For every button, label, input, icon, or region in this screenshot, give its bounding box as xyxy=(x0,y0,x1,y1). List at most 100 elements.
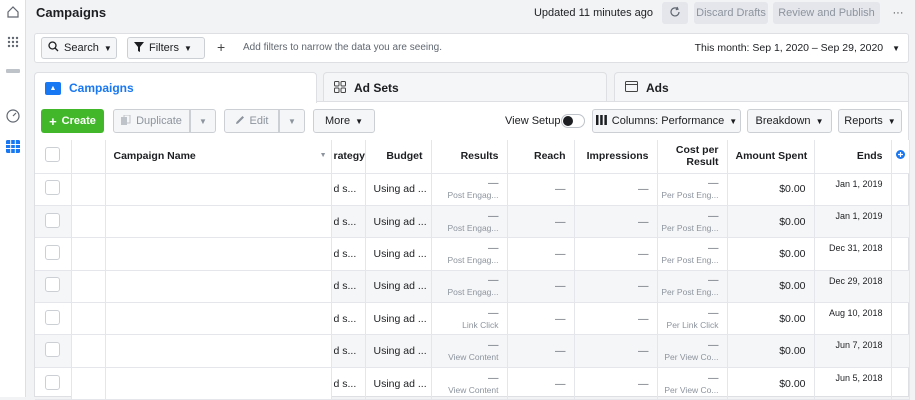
more-button[interactable]: More ▼ xyxy=(313,109,375,133)
cost-per-result-header[interactable]: Cost perResult xyxy=(657,140,727,173)
cost-value: — xyxy=(708,307,719,319)
campaign-name-cell[interactable] xyxy=(105,173,331,205)
impressions-value: — xyxy=(638,378,649,390)
row-checkbox[interactable] xyxy=(45,213,60,228)
ends-header[interactable]: Ends xyxy=(814,140,891,173)
row-trailing-cell xyxy=(891,173,909,205)
impressions-cell: — xyxy=(574,270,657,302)
results-value: — xyxy=(488,339,499,351)
tab-campaigns[interactable]: ▲ Campaigns xyxy=(34,72,317,103)
apps-grid-icon[interactable] xyxy=(4,33,22,51)
row-checkbox[interactable] xyxy=(45,277,60,292)
reports-button[interactable]: Reports ▼ xyxy=(838,109,902,133)
date-range-picker[interactable]: This month: Sep 1, 2020 – Sep 29, 2020 ▼ xyxy=(695,42,900,54)
campaign-name-cell[interactable] xyxy=(105,270,331,302)
results-value: — xyxy=(488,242,499,254)
table-row[interactable]: d s... Using ad ... —Post Engag... — — —… xyxy=(35,173,909,205)
bid-strategy-header[interactable]: rategy xyxy=(331,140,365,173)
view-setup-toggle[interactable] xyxy=(561,114,585,128)
cost-value: — xyxy=(708,339,719,351)
table-row[interactable]: d s... Using ad ... —Link Click — — —Per… xyxy=(35,303,909,335)
row-checkbox[interactable] xyxy=(45,310,60,325)
search-button[interactable]: Search ▼ xyxy=(41,37,117,59)
budget-cell: Using ad ... xyxy=(365,238,431,270)
row-checkbox[interactable] xyxy=(45,180,60,195)
campaign-name-cell[interactable] xyxy=(105,367,331,399)
tab-ad-sets[interactable]: Ad Sets xyxy=(323,72,607,103)
chevron-down-icon: ▼ xyxy=(892,44,900,53)
reach-value: — xyxy=(555,345,566,357)
home-icon[interactable] xyxy=(4,3,22,21)
campaigns-panel: + Create Duplicate ▼ Edit ▼ xyxy=(34,101,909,397)
sort-caret-icon[interactable]: ▼ xyxy=(320,152,327,159)
more-options-button[interactable]: ··· xyxy=(885,2,911,24)
reach-value: — xyxy=(555,248,566,260)
row-checkbox[interactable] xyxy=(45,245,60,260)
budget-header[interactable]: Budget xyxy=(365,140,431,173)
results-header[interactable]: Results xyxy=(431,140,507,173)
table-row[interactable]: d s... Using ad ... —Post Engag... — — —… xyxy=(35,238,909,270)
tab-ads[interactable]: Ads xyxy=(614,72,909,103)
amount-spent-header[interactable]: Amount Spent xyxy=(727,140,814,173)
filters-button[interactable]: Filters ▼ xyxy=(127,37,205,59)
status-cell xyxy=(71,238,105,270)
review-publish-button[interactable]: Review and Publish xyxy=(773,2,880,24)
row-trailing-cell xyxy=(891,270,909,302)
budget-cell: Using ad ... xyxy=(365,335,431,367)
impressions-value: — xyxy=(638,248,649,260)
account-icon[interactable] xyxy=(4,62,22,80)
create-button[interactable]: + Create xyxy=(41,109,104,133)
columns-button[interactable]: Columns: Performance ▼ xyxy=(592,109,741,133)
top-bar: Campaigns Updated 11 minutes ago Discard… xyxy=(26,0,915,28)
table-row[interactable]: d s... Using ad ... —Post Engag... — — —… xyxy=(35,205,909,237)
campaign-table-icon[interactable] xyxy=(4,137,22,155)
chevron-down-icon: ▼ xyxy=(729,117,737,126)
results-type: View Content xyxy=(448,351,498,363)
row-checkbox[interactable] xyxy=(45,342,60,357)
row-checkbox[interactable] xyxy=(45,375,60,390)
status-header xyxy=(71,140,105,173)
cost-per-result-cell: —Per Link Click xyxy=(657,303,727,335)
tab-ads-label: Ads xyxy=(646,81,669,95)
results-value: — xyxy=(488,210,499,222)
edit-button[interactable]: Edit xyxy=(224,109,279,133)
edit-dropdown[interactable]: ▼ xyxy=(279,109,305,133)
reach-header[interactable]: Reach xyxy=(507,140,574,173)
table-row[interactable]: d s... Using ad ... —View Content — — —P… xyxy=(35,367,909,399)
add-column-icon[interactable] xyxy=(896,150,905,162)
campaign-name-cell[interactable] xyxy=(105,205,331,237)
chevron-down-icon: ▼ xyxy=(199,117,207,126)
impressions-header[interactable]: Impressions xyxy=(574,140,657,173)
status-cell xyxy=(71,205,105,237)
table-row[interactable]: d s... Using ad ... —Post Engag... — — —… xyxy=(35,270,909,302)
table-row[interactable]: d s... Using ad ... —View Content — — —P… xyxy=(35,335,909,367)
amount-spent-cell: $0.00 xyxy=(727,335,814,367)
reach-value: — xyxy=(555,216,566,228)
reach-cell: — xyxy=(507,173,574,205)
add-filter-button[interactable]: + xyxy=(217,39,225,55)
duplicate-button[interactable]: Duplicate xyxy=(113,109,190,133)
cost-header-line1: Cost per xyxy=(676,144,719,156)
duplicate-dropdown[interactable]: ▼ xyxy=(190,109,216,133)
reach-value: — xyxy=(555,313,566,325)
select-all-checkbox[interactable] xyxy=(45,147,60,162)
cost-type: Per View Co... xyxy=(664,351,718,363)
cost-value: — xyxy=(708,177,719,189)
amount-spent-cell: $0.00 xyxy=(727,238,814,270)
bid-strategy-cell: d s... xyxy=(331,270,365,302)
campaign-name-cell[interactable] xyxy=(105,303,331,335)
discard-drafts-button[interactable]: Discard Drafts xyxy=(694,2,768,24)
campaign-name-cell[interactable] xyxy=(105,335,331,367)
impressions-cell: — xyxy=(574,238,657,270)
cost-value: — xyxy=(708,274,719,286)
dashboard-gauge-icon[interactable] xyxy=(4,107,22,125)
toggle-knob xyxy=(563,116,573,126)
row-trailing-cell xyxy=(891,205,909,237)
campaign-name-header[interactable]: Campaign Name ▼ xyxy=(105,140,331,173)
campaign-name-cell[interactable] xyxy=(105,238,331,270)
results-value: — xyxy=(488,177,499,189)
row-select-cell xyxy=(35,303,71,335)
breakdown-button[interactable]: Breakdown ▼ xyxy=(747,109,832,133)
status-cell xyxy=(71,173,105,205)
refresh-button[interactable] xyxy=(662,2,688,24)
